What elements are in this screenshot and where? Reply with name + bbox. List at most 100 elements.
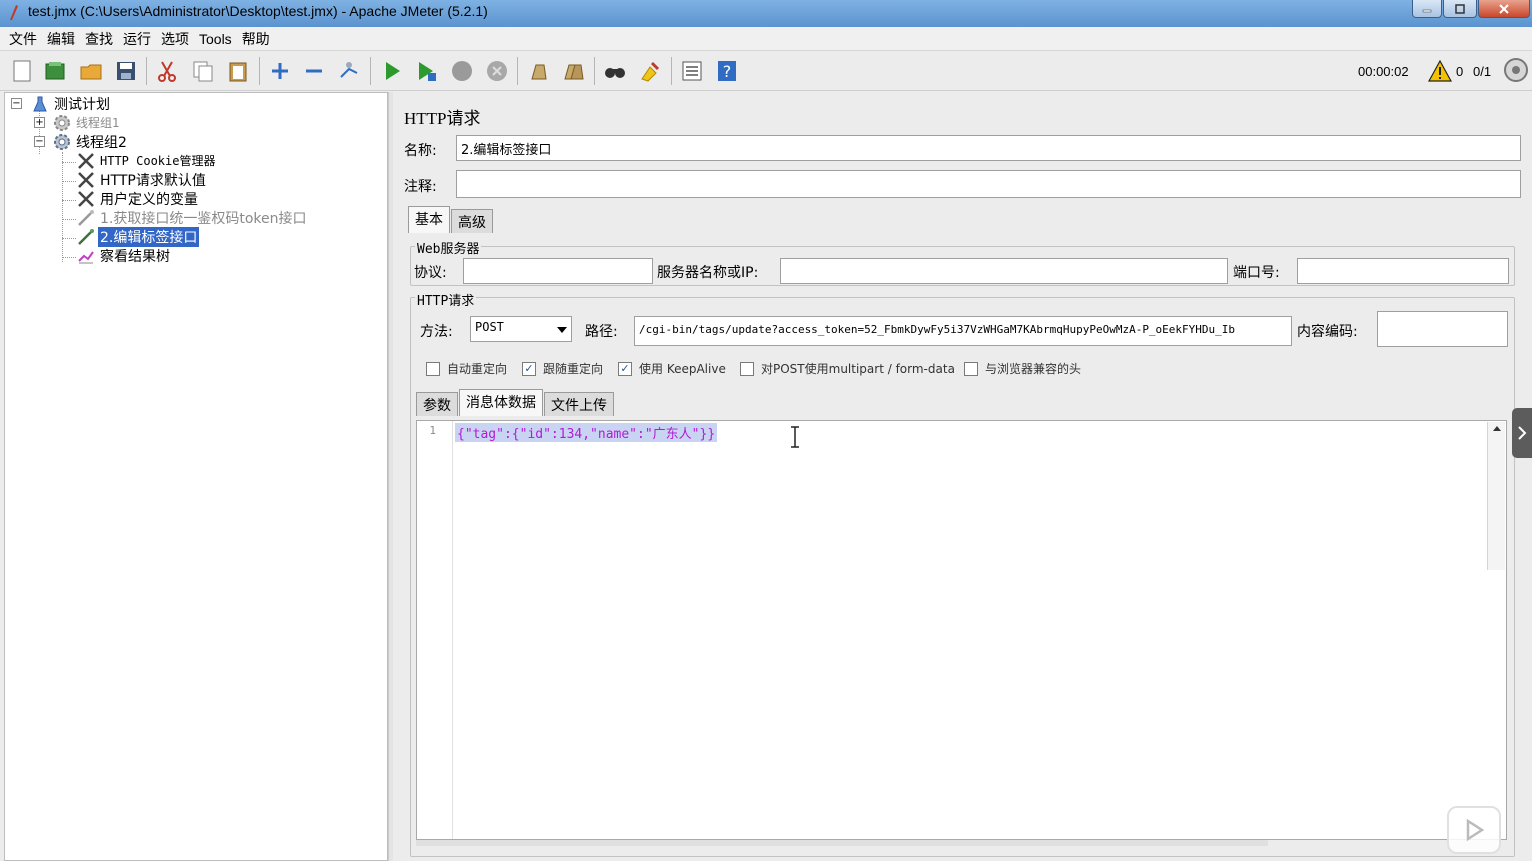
start-button[interactable] bbox=[379, 58, 405, 84]
tree-item-token-request[interactable]: 1.获取接口统一鉴权码token接口 bbox=[77, 208, 309, 227]
tree-item-results-tree[interactable]: 察看结果树 bbox=[77, 246, 172, 265]
checkbox-label: 使用 KeepAlive bbox=[639, 362, 726, 376]
tree-expand-toggle[interactable]: + bbox=[34, 117, 45, 128]
reset-search-button[interactable] bbox=[637, 58, 663, 84]
tree-connector bbox=[62, 200, 76, 201]
tab-basic[interactable]: 基本 bbox=[408, 206, 450, 233]
side-panel-toggle[interactable] bbox=[1512, 408, 1532, 458]
tab-parameters[interactable]: 参数 bbox=[416, 392, 458, 416]
server-label: 服务器名称或IP: bbox=[657, 265, 759, 281]
copy-button[interactable] bbox=[190, 58, 216, 84]
method-select[interactable]: POST bbox=[470, 316, 572, 342]
collapse-button[interactable] bbox=[301, 58, 327, 84]
method-value: POST bbox=[475, 320, 504, 334]
clear-all-button[interactable] bbox=[560, 58, 586, 84]
toggle-button[interactable] bbox=[336, 58, 362, 84]
menu-file[interactable]: 文件 bbox=[4, 29, 42, 49]
follow-redirect-checkbox[interactable]: ✓ 跟随重定向 bbox=[522, 360, 603, 377]
tree-item-thread-group-1[interactable]: 线程组1 bbox=[53, 113, 121, 132]
auto-redirect-checkbox[interactable]: 自动重定向 bbox=[426, 360, 507, 377]
editor-horizontal-scrollbar[interactable] bbox=[416, 840, 1268, 846]
editor-vertical-scrollbar[interactable] bbox=[1487, 422, 1505, 570]
tree-collapse-toggle[interactable]: − bbox=[34, 136, 45, 147]
tree-item-cookie-manager[interactable]: HTTP Cookie管理器 bbox=[77, 151, 217, 170]
scroll-up-icon bbox=[1493, 426, 1501, 431]
open-button[interactable] bbox=[78, 58, 104, 84]
active-threads: 0/1 bbox=[1473, 64, 1492, 79]
checkbox-label: 跟随重定向 bbox=[543, 362, 604, 376]
stop-icon bbox=[452, 61, 472, 81]
warning-icon[interactable] bbox=[1428, 60, 1452, 82]
name-field[interactable]: 2.编辑标签接口 bbox=[456, 135, 1521, 161]
tree-connector bbox=[62, 162, 76, 163]
toolbar: ? 00:00:02 0 0/1 bbox=[0, 51, 1532, 91]
server-field[interactable] bbox=[780, 258, 1228, 284]
minimize-icon bbox=[1422, 9, 1432, 12]
tree-item-thread-group-2[interactable]: 线程组2 bbox=[53, 132, 129, 151]
tree-item-label: 测试计划 bbox=[54, 96, 110, 113]
clear-button[interactable] bbox=[525, 58, 551, 84]
minimize-button[interactable] bbox=[1412, 0, 1442, 18]
copy-icon bbox=[193, 61, 213, 82]
title-bar: test.jmx (C:\Users\Administrator\Desktop… bbox=[0, 0, 1532, 27]
svg-text:?: ? bbox=[723, 62, 732, 81]
name-label: 名称: bbox=[404, 143, 437, 159]
port-field[interactable] bbox=[1297, 258, 1509, 284]
close-icon bbox=[1499, 3, 1509, 14]
new-button[interactable] bbox=[9, 58, 35, 84]
tree-connector bbox=[62, 219, 76, 220]
browser-headers-checkbox[interactable]: 与浏览器兼容的头 bbox=[964, 360, 1081, 377]
shutdown-button[interactable] bbox=[484, 58, 510, 84]
start-no-pause-button[interactable] bbox=[413, 58, 439, 84]
paste-button[interactable] bbox=[225, 58, 251, 84]
expand-button[interactable] bbox=[267, 58, 293, 84]
menu-search[interactable]: 查找 bbox=[80, 29, 118, 49]
close-button[interactable] bbox=[1478, 0, 1530, 18]
save-button[interactable] bbox=[113, 58, 139, 84]
checkbox-box bbox=[740, 361, 754, 376]
stop-button[interactable] bbox=[449, 58, 475, 84]
menu-help[interactable]: 帮助 bbox=[237, 29, 275, 49]
menu-tools[interactable]: Tools bbox=[194, 31, 237, 47]
path-field[interactable]: /cgi-bin/tags/update?access_token=52_Fbm… bbox=[634, 316, 1292, 346]
path-label: 路径: bbox=[585, 324, 618, 340]
function-helper-button[interactable] bbox=[679, 58, 705, 84]
video-play-overlay[interactable] bbox=[1447, 806, 1501, 854]
clear-all-icon bbox=[564, 64, 584, 80]
tree-connector bbox=[62, 152, 63, 262]
tab-advanced[interactable]: 高级 bbox=[451, 209, 493, 233]
maximize-icon bbox=[1455, 3, 1465, 14]
tree-item-label: 1.获取接口统一鉴权码token接口 bbox=[100, 210, 307, 227]
body-data-editor[interactable]: 1 {"tag":{"id":134,"name":"广东人"}} bbox=[416, 420, 1507, 840]
menu-options[interactable]: 选项 bbox=[156, 29, 194, 49]
body-data-text[interactable]: {"tag":{"id":134,"name":"广东人"}} bbox=[455, 423, 718, 442]
tree-item-label: 2.编辑标签接口 bbox=[98, 226, 200, 247]
protocol-field[interactable] bbox=[463, 258, 653, 284]
tree-item-http-defaults[interactable]: HTTP请求默认值 bbox=[77, 170, 208, 189]
keepalive-checkbox[interactable]: ✓ 使用 KeepAlive bbox=[618, 360, 726, 377]
multipart-checkbox[interactable]: 对POST使用multipart / form-data bbox=[740, 360, 955, 377]
chevron-down-icon bbox=[557, 327, 567, 333]
search-button[interactable] bbox=[602, 58, 628, 84]
tab-body-data[interactable]: 消息体数据 bbox=[459, 389, 543, 416]
config-wrench-icon bbox=[77, 190, 95, 208]
encoding-field[interactable] bbox=[1377, 311, 1508, 347]
tree-item-label: HTTP Cookie管理器 bbox=[100, 154, 216, 168]
tree-collapse-toggle[interactable]: − bbox=[11, 98, 22, 109]
tree-item-test-plan[interactable]: 测试计划 bbox=[31, 94, 112, 113]
reset-search-icon bbox=[641, 61, 660, 82]
shutdown-icon bbox=[487, 61, 507, 81]
cut-button[interactable] bbox=[154, 58, 180, 84]
line-number-gutter: 1 bbox=[417, 421, 453, 839]
tree-item-edit-tag-request[interactable]: 2.编辑标签接口 bbox=[77, 226, 200, 247]
new-icon bbox=[13, 60, 31, 82]
help-button[interactable]: ? bbox=[714, 58, 740, 84]
menu-edit[interactable]: 编辑 bbox=[42, 29, 80, 49]
tab-file-upload[interactable]: 文件上传 bbox=[544, 392, 614, 416]
maximize-button[interactable] bbox=[1443, 0, 1477, 18]
menu-run[interactable]: 运行 bbox=[118, 29, 156, 49]
tree-item-user-variables[interactable]: 用户定义的变量 bbox=[77, 189, 200, 208]
templates-button[interactable] bbox=[42, 58, 68, 84]
comment-field[interactable] bbox=[456, 170, 1521, 198]
open-icon bbox=[80, 64, 102, 80]
